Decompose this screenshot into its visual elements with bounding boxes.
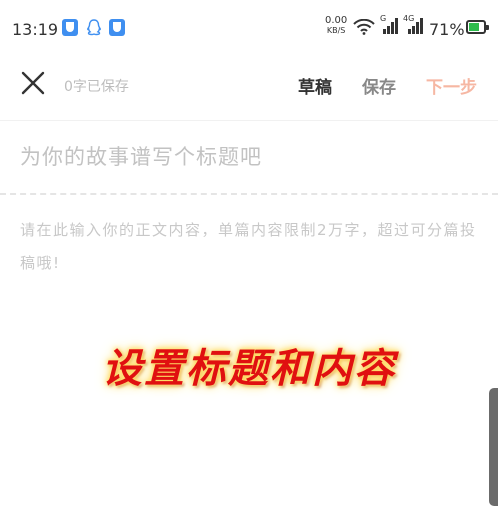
saved-status: 0字已保存 bbox=[64, 79, 129, 95]
save-button[interactable]: 保存 bbox=[362, 73, 396, 98]
cell-signal-icon-1: G bbox=[380, 14, 398, 39]
draft-button[interactable]: 草稿 bbox=[298, 73, 332, 98]
story-title-input[interactable]: 为你的故事谱写个标题吧 bbox=[20, 141, 480, 177]
editor-toolbar: 0字已保存 草稿 保存 下一步 bbox=[0, 52, 498, 118]
toolbar-divider bbox=[0, 120, 498, 121]
edge-scroll-handle[interactable] bbox=[489, 388, 498, 506]
wifi-icon bbox=[353, 18, 375, 39]
cell-signal-icon-2: 4G bbox=[403, 14, 423, 39]
status-time: 13:19 bbox=[12, 20, 59, 39]
overlay-caption: 设置标题和内容 bbox=[102, 345, 396, 392]
signal-label-g: G bbox=[380, 14, 387, 23]
network-speed-unit: KB/S bbox=[326, 26, 346, 35]
signal-label-4g: 4G bbox=[403, 14, 415, 23]
network-speed-value: 0.00 bbox=[325, 15, 348, 26]
battery-percent: 71% bbox=[429, 20, 465, 39]
story-content-input[interactable]: 请在此输入你的正文内容，单篇内容限制2万字，超过可分篇投稿哦! bbox=[20, 214, 482, 280]
next-step-button[interactable]: 下一步 bbox=[426, 73, 477, 98]
close-button[interactable] bbox=[18, 68, 48, 98]
battery-level-fill bbox=[469, 23, 479, 31]
network-speed: 0.00 KB/S bbox=[325, 16, 347, 36]
title-dashed-divider bbox=[0, 193, 498, 195]
security-shield-icon-2 bbox=[109, 19, 125, 36]
close-icon[interactable] bbox=[18, 68, 48, 98]
security-shield-icon bbox=[62, 19, 78, 36]
status-bar: 13:19 0.00 KB/S G 4G 71% bbox=[0, 0, 498, 52]
qq-penguin-icon bbox=[86, 19, 102, 36]
battery-icon bbox=[466, 20, 489, 34]
